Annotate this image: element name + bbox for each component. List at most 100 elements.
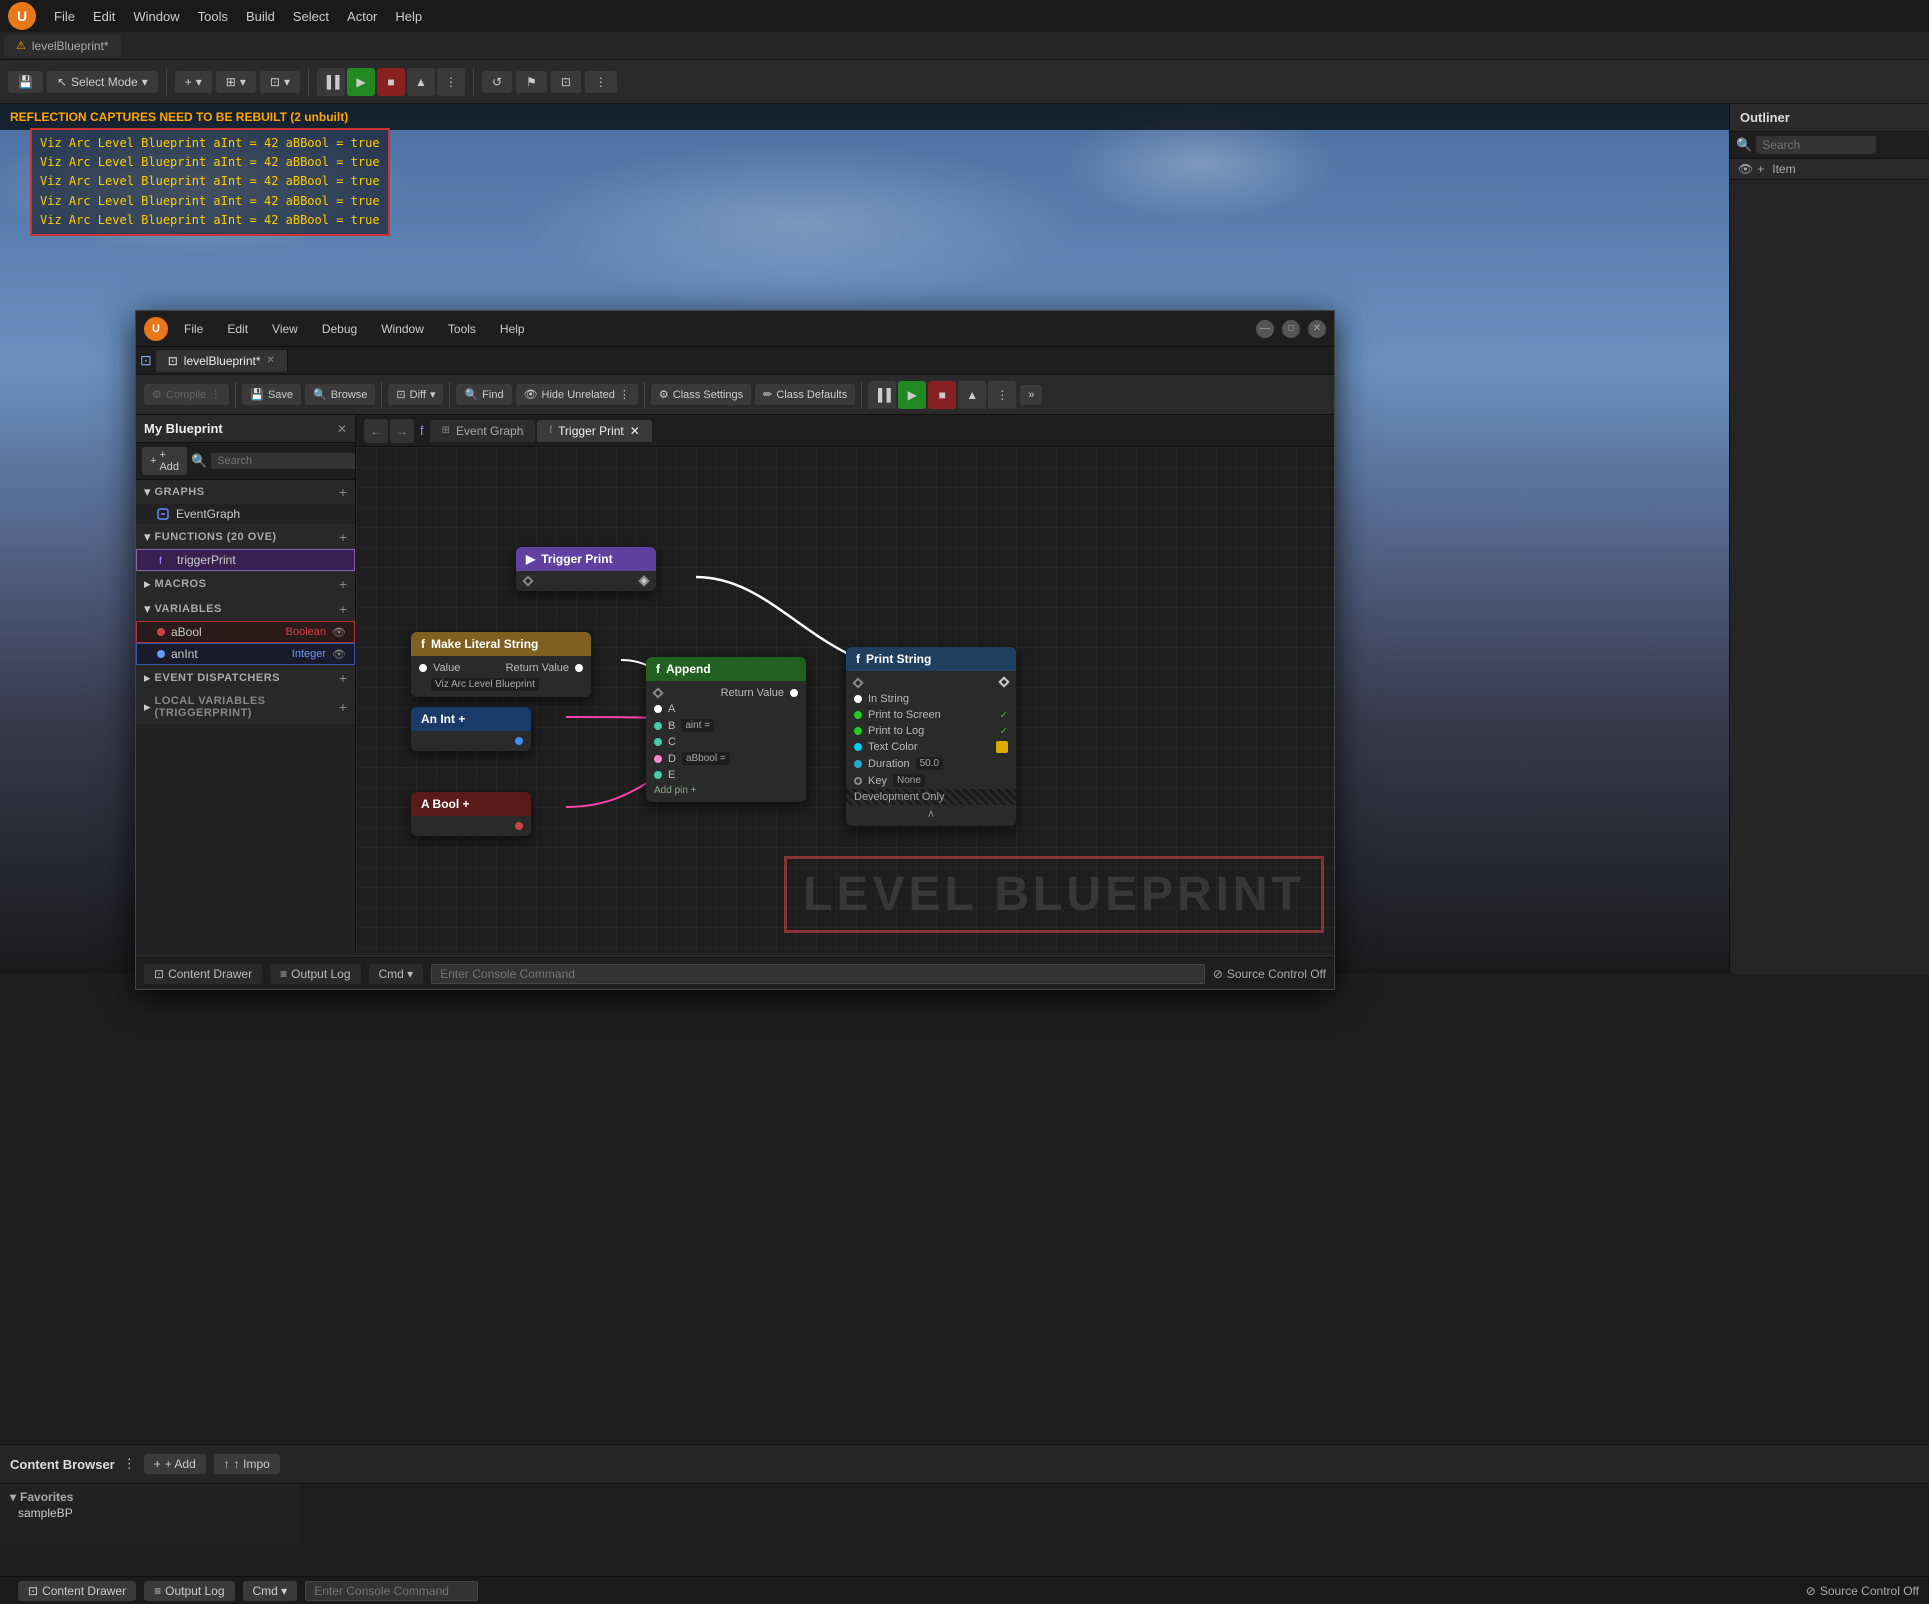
- mbp-abool[interactable]: aBool Boolean 👁: [136, 621, 355, 643]
- mbp-anint[interactable]: anInt Integer 👁: [136, 643, 355, 665]
- bp-tab-close[interactable]: ✕: [267, 355, 275, 366]
- event-graph-tab[interactable]: ⊞ Event Graph: [430, 420, 536, 442]
- bp-eject-btn[interactable]: ▲: [958, 381, 986, 409]
- bp-menu-debug[interactable]: Debug: [314, 320, 365, 338]
- mbp-macros-header[interactable]: ▸ MACROS +: [136, 572, 355, 596]
- menu-edit[interactable]: Edit: [85, 7, 123, 26]
- reset-btn[interactable]: ↺: [482, 71, 512, 93]
- flag-btn[interactable]: ⚑: [516, 71, 547, 93]
- bp-pause-btn[interactable]: ▐▐: [868, 381, 896, 409]
- mbp-graphs-add[interactable]: +: [339, 484, 347, 500]
- diff-btn[interactable]: ⊡ Diff ▾: [388, 384, 443, 405]
- stop-btn[interactable]: ■: [377, 68, 405, 96]
- more-btn[interactable]: ⋮: [437, 68, 465, 96]
- mbp-add-btn[interactable]: + + Add: [142, 447, 187, 475]
- nav-back-btn[interactable]: ←: [364, 419, 388, 443]
- node-an-int[interactable]: An Int +: [411, 707, 531, 751]
- add-content-btn[interactable]: + + Add: [144, 1454, 206, 1474]
- bp-menu-view[interactable]: View: [264, 320, 306, 338]
- eject-btn[interactable]: ▲: [407, 68, 435, 96]
- level-tab[interactable]: ⚠ levelBlueprint*: [4, 35, 121, 57]
- mbp-trigger-print[interactable]: f triggerPrint: [136, 549, 355, 571]
- menu-select[interactable]: Select: [285, 7, 337, 26]
- menu-tools[interactable]: Tools: [190, 7, 236, 26]
- snap-btn[interactable]: ⊡ ▾: [260, 71, 300, 93]
- console-input[interactable]: [305, 1581, 478, 1601]
- bp-play-btn[interactable]: ▶: [898, 381, 926, 409]
- node-a-bool[interactable]: A Bool +: [411, 792, 531, 836]
- cmd-btn[interactable]: Cmd ▾: [243, 1581, 298, 1601]
- find-btn[interactable]: 🔍 Find: [456, 384, 511, 405]
- trigger-print-tab[interactable]: f Trigger Print ✕: [537, 420, 651, 442]
- nav-forward-btn[interactable]: →: [390, 419, 414, 443]
- select-mode-btn[interactable]: ↖ Select Mode ▾: [47, 71, 158, 93]
- browse-btn[interactable]: 🔍 Browse: [305, 384, 375, 405]
- menu-help[interactable]: Help: [387, 7, 430, 26]
- add-actor-btn[interactable]: + ▾: [175, 71, 212, 93]
- bp-source-control[interactable]: ⊘ Source Control Off: [1213, 967, 1326, 981]
- source-control[interactable]: ⊘ Source Control Off: [1806, 1584, 1919, 1598]
- bp-output-log-btn[interactable]: ≡ Output Log: [270, 964, 360, 984]
- save-bp-btn[interactable]: 💾 Save: [242, 384, 301, 405]
- node-append[interactable]: f Append Return Value A: [646, 657, 806, 802]
- graph-grid[interactable]: ▶ Trigger Print f Ma: [356, 447, 1334, 953]
- bp-cmd-btn[interactable]: Cmd ▾: [369, 964, 424, 984]
- node-print-string[interactable]: f Print String In String: [846, 647, 1016, 826]
- bp-stop-btn[interactable]: ■: [928, 381, 956, 409]
- bp-content-drawer-btn[interactable]: ⊡ Content Drawer: [144, 964, 262, 984]
- hide-unrelated-btn[interactable]: 👁 Hide Unrelated ⋮: [516, 384, 638, 405]
- bp-level-tab[interactable]: ⊡ levelBlueprint* ✕: [156, 350, 288, 372]
- anint-eye[interactable]: 👁: [332, 648, 346, 661]
- node-trigger-print[interactable]: ▶ Trigger Print: [516, 547, 656, 591]
- mbp-graphs-header[interactable]: ▾ GRAPHS +: [136, 480, 355, 504]
- options-icon: ⋮: [123, 1456, 136, 1472]
- maximize-btn[interactable]: □: [1282, 320, 1300, 338]
- mbp-variables-header[interactable]: ▾ VARIABLES +: [136, 597, 355, 621]
- more-options-btn[interactable]: ⋮: [585, 71, 617, 93]
- mbp-funcs-add[interactable]: +: [339, 529, 347, 545]
- mbp-vars-add[interactable]: +: [339, 601, 347, 617]
- output-log-btn[interactable]: ≡ Output Log: [144, 1581, 234, 1601]
- bp-menu-tools[interactable]: Tools: [440, 320, 484, 338]
- minimize-btn[interactable]: —: [1256, 320, 1274, 338]
- content-drawer-btn[interactable]: ⊡ Content Drawer: [18, 1581, 136, 1601]
- add-pin-label[interactable]: Add pin +: [654, 785, 697, 796]
- mbp-disp-add[interactable]: +: [339, 670, 347, 686]
- import-btn[interactable]: ↑ ↑ Impo: [214, 1454, 280, 1474]
- bp-menu-help[interactable]: Help: [492, 320, 533, 338]
- mbp-search-input[interactable]: [211, 453, 356, 469]
- outliner-search-input[interactable]: [1756, 136, 1876, 154]
- menu-actor[interactable]: Actor: [339, 7, 385, 26]
- ps-collapse-icon[interactable]: ∧: [927, 807, 935, 820]
- mbp-dispatchers-header[interactable]: ▸ EVENT DISPATCHERS +: [136, 666, 355, 690]
- trigger-print-tab-close[interactable]: ✕: [630, 424, 640, 438]
- menu-file[interactable]: File: [46, 7, 83, 26]
- compile-btn[interactable]: ⚙ Compile ⋮: [144, 384, 229, 405]
- menu-window[interactable]: Window: [125, 7, 187, 26]
- bp-console-input[interactable]: [431, 964, 1205, 984]
- mbp-macros-add[interactable]: +: [339, 576, 347, 592]
- play-btn[interactable]: ▶: [347, 68, 375, 96]
- grid-btn[interactable]: ⊞ ▾: [216, 71, 256, 93]
- close-btn[interactable]: ✕: [1308, 320, 1326, 338]
- bp-menu-edit[interactable]: Edit: [219, 320, 256, 338]
- mbp-locals-add[interactable]: +: [339, 699, 347, 715]
- sample-bp[interactable]: sampleBP: [10, 1504, 290, 1522]
- class-settings-btn[interactable]: ⚙ Class Settings: [651, 384, 751, 405]
- bp-menu-file[interactable]: File: [176, 320, 211, 338]
- bp-more-btn[interactable]: ⋮: [988, 381, 1016, 409]
- class-defaults-btn[interactable]: ✏ Class Defaults: [755, 384, 855, 405]
- mbp-event-graph[interactable]: EventGraph: [136, 504, 355, 524]
- menu-build[interactable]: Build: [238, 7, 283, 26]
- mbp-functions-header[interactable]: ▾ FUNCTIONS (20 OVE) +: [136, 525, 355, 549]
- mbp-locals-header[interactable]: ▸ LOCAL VARIABLES (TRIGGERPRINT) +: [136, 691, 355, 723]
- pause-btn[interactable]: ▐▐: [317, 68, 345, 96]
- arrow-icon-funcs: ▾: [144, 529, 151, 545]
- abool-eye[interactable]: 👁: [332, 626, 346, 639]
- bp-menu-window[interactable]: Window: [373, 320, 432, 338]
- save-btn[interactable]: 💾: [8, 71, 43, 93]
- node-make-string[interactable]: f Make Literal String Value Return Value…: [411, 632, 591, 697]
- mbp-close-btn[interactable]: ✕: [337, 422, 347, 436]
- bp-btn[interactable]: ⊡: [551, 71, 581, 93]
- bp-expand-btn[interactable]: »: [1020, 385, 1042, 405]
